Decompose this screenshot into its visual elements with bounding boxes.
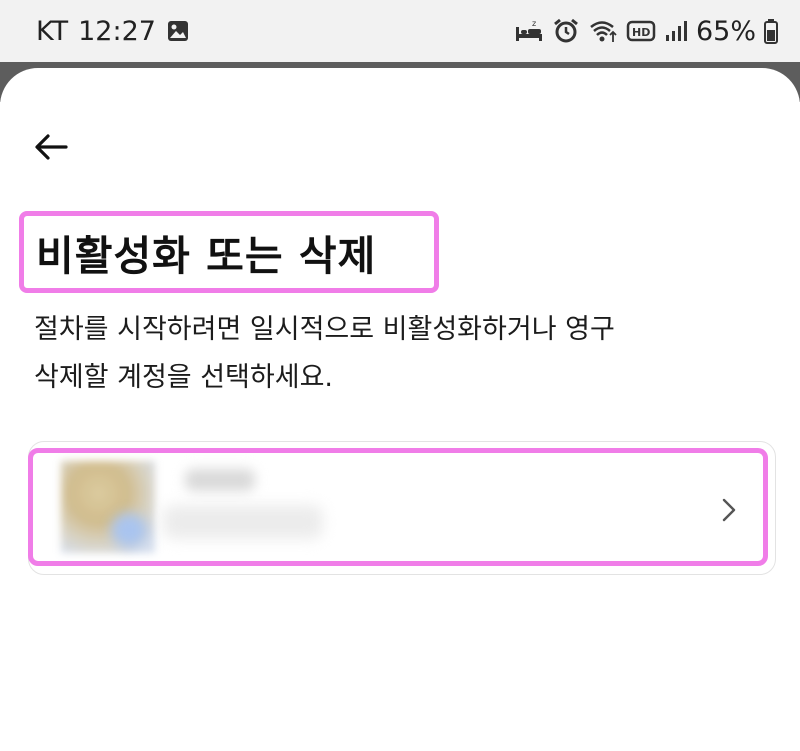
account-name-redacted [185,469,255,491]
title-highlight: 비활성화 또는 삭제 [19,211,439,293]
description-line-2: 삭제할 계정을 선택하세요. [34,362,333,393]
account-info [163,463,323,549]
status-left: KT 12:27 [36,16,190,47]
account-subtitle-redacted [163,505,323,539]
account-subtitle [163,463,164,464]
status-bar: KT 12:27 z HD 65% [0,0,800,62]
back-button[interactable] [26,126,76,172]
avatar-accent [111,513,147,547]
account-list-item[interactable] [28,448,768,566]
svg-text:HD: HD [632,26,650,39]
description-line-1: 절차를 시작하려면 일시적으로 비활성화하거나 영구 [34,314,615,345]
back-arrow-icon [33,132,69,166]
wifi-icon [588,18,618,44]
battery-percent: 65% [695,15,756,47]
signal-icon [664,19,688,43]
alarm-icon [552,17,580,45]
status-right: z HD 65% [514,16,778,47]
bed-icon: z [514,19,544,43]
chevron-right-icon [717,495,741,525]
page-description: 절차를 시작하려면 일시적으로 비활성화하거나 영구 삭제할 계정을 선택하세요… [34,306,754,402]
clock: 12:27 [78,15,156,47]
carrier-label: KT [36,15,69,47]
svg-text:z: z [532,19,536,28]
bottom-sheet [0,68,800,751]
image-icon [166,19,190,43]
battery-icon [764,18,778,44]
page-title: 비활성화 또는 삭제 [36,232,377,280]
hd-voice-icon: HD [626,19,656,43]
